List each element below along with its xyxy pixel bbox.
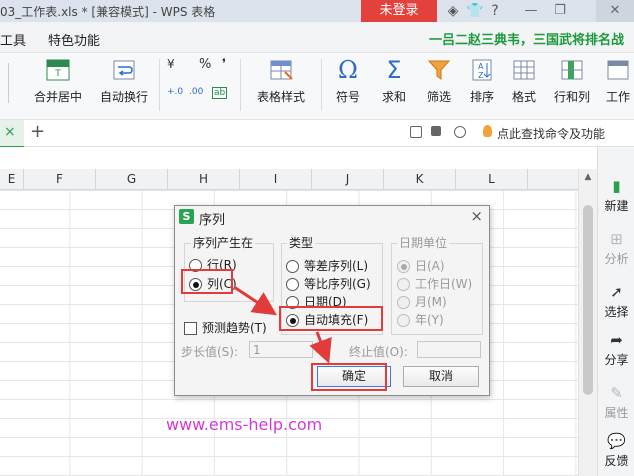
watermark-text: www.ems-help.com: [166, 415, 323, 434]
arrow-to-autofill: [233, 285, 278, 316]
arrow-to-ok: [309, 331, 332, 364]
annotation-arrows: [233, 285, 332, 364]
